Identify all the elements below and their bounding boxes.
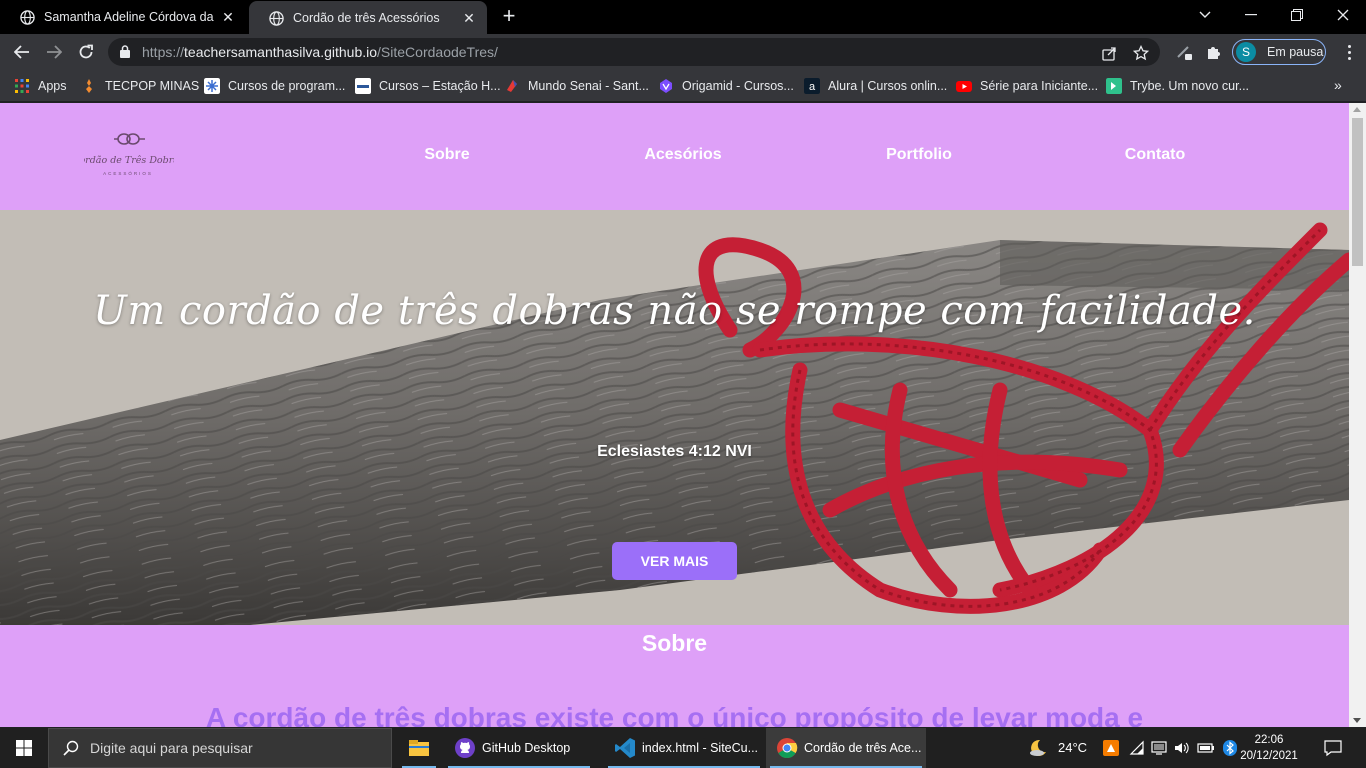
snowflake-icon [204,78,220,94]
tab-title: Samantha Adeline Córdova da Si [44,10,214,24]
restore-icon[interactable] [1274,0,1320,30]
extensions-puzzle-icon[interactable] [1204,42,1224,62]
minimize-icon[interactable] [1228,0,1274,30]
senai-icon [507,80,517,92]
file-explorer-icon [409,740,429,756]
monitor-icon[interactable] [1151,740,1167,756]
hero-reference: Eclesiastes 4:12 NVI [597,443,752,460]
hero-banner: Um cordão de três dobras não se rompe co… [0,210,1349,625]
svg-text:a: a [809,81,816,93]
nav-link-contato[interactable]: Contato [1085,146,1225,164]
site-header: Cordão de Três Dobras ACESSÓRIOS Sobre A… [0,103,1349,210]
taskbar-search-box[interactable]: Digite aqui para pesquisar [48,728,392,768]
alura-icon: a [804,78,820,94]
notifications-icon[interactable] [1324,739,1342,757]
new-tab-button[interactable]: + [497,5,521,28]
windows-taskbar: Digite aqui para pesquisar GitHub Deskto… [0,728,1366,768]
reload-icon[interactable] [72,38,100,66]
share-icon[interactable] [1100,44,1118,62]
bookmark-origamid[interactable]: Origamid - Cursos... [658,76,794,96]
sobre-section-title: Sobre [641,630,708,656]
bookmark-apps[interactable]: Apps [14,76,67,96]
chrome-icon [777,738,798,759]
bookmark-alura[interactable]: a Alura | Cursos onlin... [804,76,947,96]
bookmark-star-icon[interactable] [1132,44,1150,62]
bookmark-trybe[interactable]: Trybe. Um novo cur... [1106,76,1249,96]
more-bookmarks-icon[interactable]: » [1334,77,1342,93]
globe-icon [269,10,284,26]
page-scrollbar[interactable] [1349,103,1366,727]
bookmark-cursos-programacao[interactable]: Cursos de program... [204,76,345,96]
profile-status: Em pausa [1267,45,1324,59]
lock-icon[interactable] [120,45,130,58]
svg-text:ACESSÓRIOS: ACESSÓRIOS [103,170,153,176]
browser-tab[interactable]: Samantha Adeline Córdova da Si ✕ [0,0,246,34]
weather-temperature[interactable]: 24°C [1058,740,1087,755]
search-icon [63,740,79,756]
hero-quote: Um cordão de três dobras não se rompe co… [93,288,1256,334]
volume-icon[interactable] [1173,740,1189,756]
network-icon[interactable] [1129,740,1145,756]
page-viewport: Cordão de Três Dobras ACESSÓRIOS Sobre A… [0,103,1349,727]
more-menu-icon[interactable] [1341,42,1357,62]
forward-arrow-icon[interactable] [40,38,68,66]
nav-link-sobre[interactable]: Sobre [377,146,517,164]
bookmark-tecpop[interactable]: TECPOP MINAS [81,76,199,96]
globe-icon [20,9,35,25]
avatar: S [1236,42,1256,62]
close-tab-icon[interactable]: ✕ [461,10,477,26]
estacao-icon [355,78,371,94]
taskbar-file-explorer[interactable] [398,728,440,768]
tab-title: Cordão de três Acessórios [293,11,440,25]
ver-mais-button[interactable]: VER MAIS [612,542,737,580]
trybe-icon [1106,78,1122,94]
scroll-down-arrow-icon[interactable] [1353,718,1361,723]
browser-tab-strip: Samantha Adeline Córdova da Si ✕ Cordão … [0,0,1366,35]
taskbar-vscode[interactable]: index.html - SiteCu... [604,728,764,768]
nav-link-acessorios[interactable]: Acesórios [613,146,753,164]
battery-icon[interactable] [1197,740,1215,756]
windows-start-icon[interactable] [0,728,48,768]
tab-search-chevron-icon[interactable] [1182,0,1228,30]
sobre-section-text: A cordão de três dobras existe com o úni… [205,702,1144,727]
site-logo[interactable]: Cordão de Três Dobras ACESSÓRIOS [84,125,174,185]
close-window-icon[interactable] [1320,0,1366,30]
browser-tab-active[interactable]: Cordão de três Acessórios ✕ [249,1,487,35]
bookmark-youtube[interactable]: Série para Iniciante... [956,76,1098,96]
vscode-icon [615,738,635,758]
nav-link-portfolio[interactable]: Portfolio [849,146,989,164]
taskbar-github-desktop[interactable]: GitHub Desktop [444,728,594,768]
taskbar-clock[interactable]: 22:06 20/12/2021 [1238,732,1300,764]
bookmarks-bar: Apps TECPOP MINAS Cursos de program... C… [0,70,1366,102]
bookmark-senai[interactable]: Mundo Senai - Sant... [504,76,649,96]
taskbar-chrome[interactable]: Cordão de três Ace... [766,728,926,768]
scroll-up-arrow-icon[interactable] [1353,107,1361,112]
tecpop-icon [86,79,92,93]
weather-moon-icon[interactable] [1028,738,1048,758]
url-text: https://teachersamanthasilva.github.io/S… [142,44,498,60]
scrollbar-thumb[interactable] [1352,118,1363,266]
bluetooth-icon[interactable] [1222,739,1238,757]
close-tab-icon[interactable]: ✕ [220,9,236,25]
back-arrow-icon[interactable] [8,38,36,66]
address-bar[interactable]: https://teachersamanthasilva.github.io/S… [108,38,1160,66]
extension-pen-icon[interactable] [1174,42,1194,62]
bookmark-estacao[interactable]: Cursos – Estação H... [355,76,501,96]
apps-grid-icon [15,79,29,93]
github-icon [455,738,475,758]
youtube-icon [956,81,972,92]
tray-app-icon[interactable] [1103,740,1119,756]
origamid-icon [660,79,672,93]
profile-button[interactable]: S Em pausa [1232,39,1326,65]
svg-text:Cordão de Três Dobras: Cordão de Três Dobras [84,155,174,166]
browser-toolbar: https://teachersamanthasilva.github.io/S… [0,34,1366,70]
